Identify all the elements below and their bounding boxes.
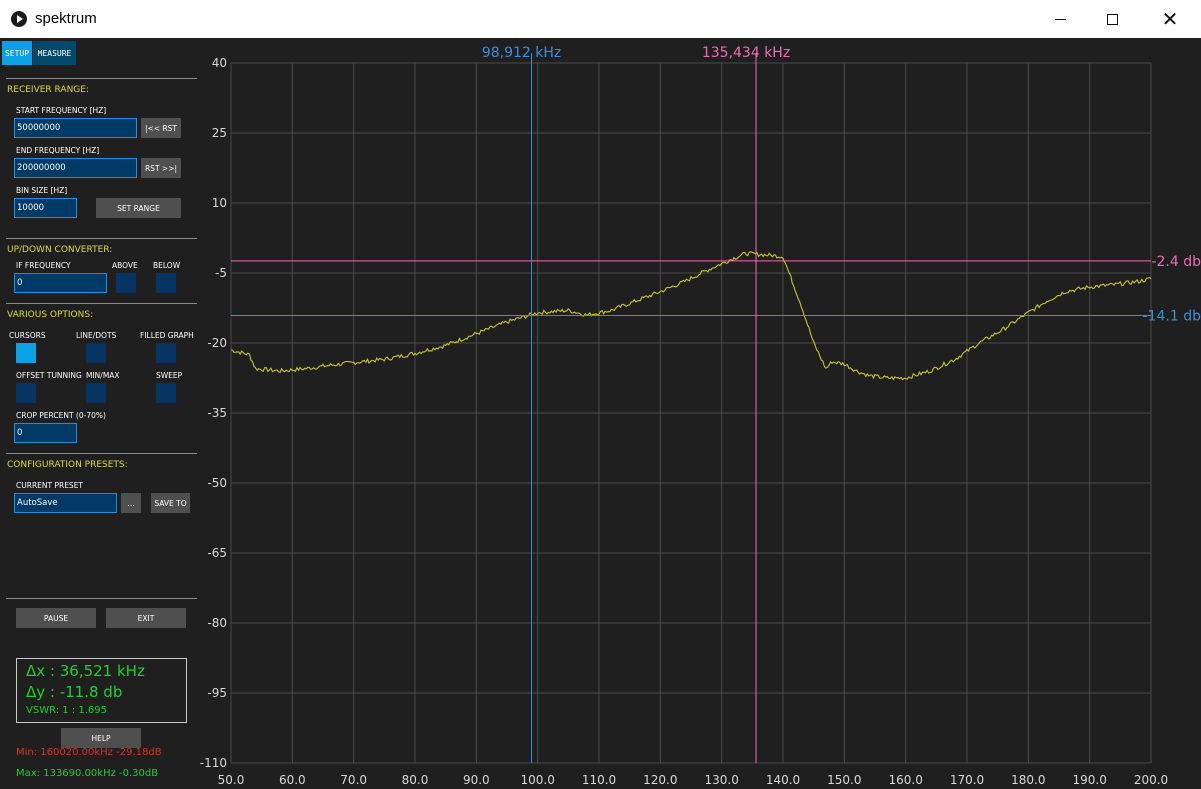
x-tick-label: 100.0 [520, 773, 554, 787]
x-tick-label: 110.0 [582, 773, 616, 787]
sweep-toggle[interactable] [156, 383, 176, 403]
level-label: -2.4 db [1151, 254, 1201, 270]
x-tick-label: 90.0 [463, 773, 490, 787]
x-tick-label: 190.0 [1072, 773, 1106, 787]
if-frequency-input[interactable]: 0 [14, 273, 107, 293]
x-tick-label: 170.0 [950, 773, 984, 787]
divider [6, 303, 197, 304]
divider [6, 453, 197, 454]
delta-readout: Δx : 36,521 kHz Δy : -11.8 db VSWR: 1 : … [16, 658, 187, 723]
x-tick-label: 150.0 [827, 773, 861, 787]
divider [6, 238, 197, 239]
cursors-label: CURSORS [9, 331, 46, 340]
y-tick-label: 10 [212, 196, 227, 210]
bin-size-label: BIN SIZE [HZ] [16, 186, 68, 195]
if-frequency-label: IF FREQUENCY [16, 261, 71, 270]
end-frequency-input[interactable]: 200000000 [14, 158, 137, 178]
title-bar: spektrum ✕ [0, 0, 1201, 38]
x-tick-label: 80.0 [402, 773, 429, 787]
minimize-button[interactable] [1037, 0, 1083, 38]
x-tick-label: 120.0 [643, 773, 677, 787]
delta-y-readout: Δy : -11.8 db [26, 683, 123, 701]
current-preset-label: CURRENT PRESET [16, 481, 84, 490]
cursor-label: 98,912 kHz [482, 45, 561, 61]
divider [6, 598, 197, 599]
bin-size-input[interactable]: 10000 [14, 198, 77, 218]
presets-heading: CONFIGURATION PRESETS: [7, 460, 128, 470]
help-button[interactable]: HELP [61, 728, 141, 748]
offset-tuning-toggle[interactable] [16, 383, 36, 403]
spectrum-chart[interactable]: 50.0 60.0 70.0 80.0 90.0 100.0 110.0 120.0 130.0… [200, 38, 1201, 789]
x-tick-label: 60.0 [279, 773, 306, 787]
maximize-icon [1106, 13, 1118, 25]
vswr-readout: VSWR: 1 : 1.695 [26, 705, 107, 716]
divider [6, 78, 197, 79]
tab-measure[interactable]: MEASURE [33, 41, 76, 65]
close-icon: ✕ [1161, 7, 1179, 31]
close-button[interactable]: ✕ [1147, 0, 1193, 38]
cursor-label: 135,434 kHz [702, 45, 790, 61]
set-range-button[interactable]: SET RANGE [96, 198, 181, 218]
window-title: spektrum [35, 10, 97, 27]
filled-graph-toggle[interactable] [156, 343, 176, 363]
y-tick-label: -5 [215, 266, 227, 280]
filled-graph-label: FILLED GRAPH [140, 331, 194, 340]
min-readout: Min: 160020.00kHz -29.18dB [16, 747, 162, 758]
x-tick-label: 200.0 [1134, 773, 1168, 787]
y-tick-label: -80 [207, 616, 227, 630]
y-tick-label: 40 [212, 56, 227, 70]
line-dots-toggle[interactable] [86, 343, 106, 363]
save-to-button[interactable]: SAVE TO [151, 493, 190, 513]
end-frequency-label: END FREQUENCY [HZ] [16, 146, 100, 155]
y-tick-label: -110 [200, 756, 227, 770]
converter-heading: UP/DOWN CONVERTER: [7, 245, 113, 255]
x-tick-label: 130.0 [704, 773, 738, 787]
above-label: ABOVE [112, 261, 138, 270]
crop-percent-input[interactable]: 0 [14, 423, 77, 443]
y-tick-label: -50 [207, 476, 227, 490]
x-tick-label: 180.0 [1011, 773, 1045, 787]
crop-percent-label: CROP PERCENT (0-70%) [16, 411, 106, 420]
start-frequency-label: START FREQUENCY [HZ] [16, 106, 107, 115]
delta-x-readout: Δx : 36,521 kHz [26, 662, 145, 680]
maximize-button[interactable] [1089, 0, 1135, 38]
min-max-label: MIN/MAX [86, 371, 120, 380]
below-label: BELOW [153, 261, 181, 270]
end-reset-button[interactable]: RST >>| [141, 158, 181, 178]
sweep-label: SWEEP [156, 371, 183, 380]
line-dots-label: LINE/DOTS [76, 331, 117, 340]
min-max-toggle[interactable] [86, 383, 106, 403]
x-tick-label: 160.0 [888, 773, 922, 787]
y-tick-label: 25 [212, 126, 227, 140]
cursors-toggle[interactable] [16, 343, 36, 363]
start-reset-button[interactable]: |<< RST [141, 118, 181, 138]
offset-tuning-label: OFFSET TUNNING [16, 371, 82, 380]
x-tick-label: 140.0 [766, 773, 800, 787]
start-frequency-input[interactable]: 50000000 [14, 118, 137, 138]
above-toggle[interactable] [116, 273, 136, 293]
y-tick-label: -95 [207, 686, 227, 700]
tab-setup[interactable]: SETUP [2, 41, 32, 65]
current-preset-input[interactable]: AutoSave [14, 493, 117, 513]
options-heading: VARIOUS OPTIONS: [7, 310, 94, 320]
browse-preset-button[interactable]: ... [121, 493, 141, 513]
y-tick-label: -65 [207, 546, 227, 560]
x-tick-label: 70.0 [340, 773, 367, 787]
exit-button[interactable]: EXIT [106, 608, 186, 628]
x-tick-label: 50.0 [218, 773, 245, 787]
app-play-icon [11, 11, 27, 27]
minimize-icon [1054, 18, 1066, 20]
level-label: -14.1 db [1143, 308, 1201, 324]
control-panel: SETUP MEASURE RECEIVER RANGE: START FREQ… [0, 38, 200, 789]
y-tick-label: -35 [207, 406, 227, 420]
receiver-range-heading: RECEIVER RANGE: [7, 85, 89, 95]
y-tick-label: -20 [207, 336, 227, 350]
pause-button[interactable]: PAUSE [16, 608, 96, 628]
below-toggle[interactable] [156, 273, 176, 293]
max-readout: Max: 133690.00kHz -0.30dB [16, 768, 159, 779]
